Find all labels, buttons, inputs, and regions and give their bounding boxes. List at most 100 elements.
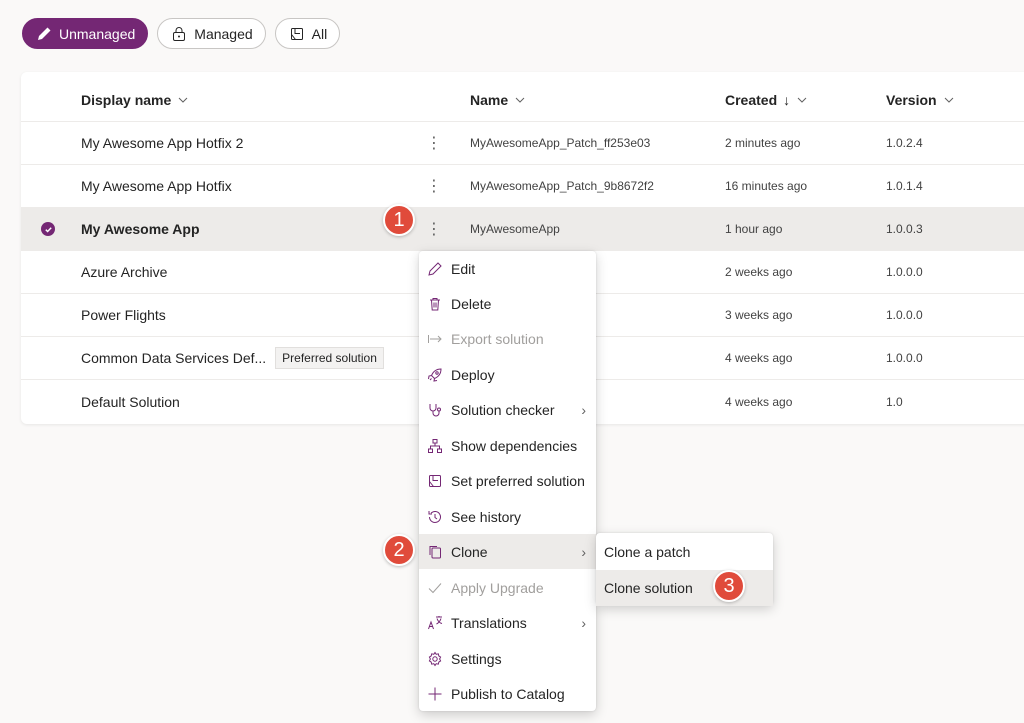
filter-managed-label: Managed	[194, 25, 253, 42]
clone-submenu: Clone a patch Clone solution	[596, 533, 773, 606]
menu-item-set-preferred-solution[interactable]: Set preferred solution	[419, 463, 596, 498]
row-display-name[interactable]: Azure Archive	[81, 251, 167, 293]
chevron-down-icon	[515, 97, 525, 103]
menu-item-label: Clone	[451, 543, 488, 560]
checkmark-icon	[427, 580, 443, 596]
chevron-right-icon: ›	[581, 401, 586, 418]
row-created: 4 weeks ago	[725, 394, 793, 409]
row-version: 1.0.0.0	[886, 351, 923, 365]
menu-item-solution-checker[interactable]: Solution checker ›	[419, 392, 596, 427]
step-marker-1: 1	[383, 204, 415, 236]
menu-item-translations[interactable]: Translations ›	[419, 605, 596, 640]
row-unique-name: MyAwesomeApp	[470, 222, 560, 236]
menu-item-label: Apply Upgrade	[451, 579, 544, 596]
menu-item-label: Delete	[451, 295, 492, 312]
table-row[interactable]: My Awesome App Hotfix 2 ⋮ MyAwesomeApp_P…	[21, 122, 1024, 165]
row-version: 1.0.0.0	[886, 308, 923, 322]
all-solutions-icon	[290, 27, 303, 40]
menu-item-edit[interactable]: Edit	[419, 251, 596, 286]
menu-item-label: Translations	[451, 614, 527, 631]
gear-icon	[427, 651, 443, 667]
column-header-name-label: Name	[470, 91, 509, 108]
menu-item-label: Deploy	[451, 366, 495, 383]
menu-item-delete[interactable]: Delete	[419, 286, 596, 321]
column-header-display-name[interactable]: Display name	[81, 78, 189, 121]
step-marker-2: 2	[383, 534, 415, 566]
hierarchy-icon	[427, 438, 443, 454]
solution-filter-bar: Unmanaged Managed All	[22, 18, 341, 49]
step-marker-3: 3	[713, 570, 745, 602]
trash-icon	[427, 296, 443, 312]
translate-icon	[427, 615, 443, 631]
copy-icon	[427, 544, 443, 560]
menu-item-export-solution[interactable]: Export solution	[419, 321, 596, 356]
table-header-row: Display name Name Created ↓ Version	[21, 78, 1024, 122]
table-row[interactable]: My Awesome App Hotfix ⋮ MyAwesomeApp_Pat…	[21, 165, 1024, 208]
row-display-name[interactable]: Common Data Services Def...	[81, 350, 266, 366]
submenu-item-clone-a-patch[interactable]: Clone a patch	[596, 534, 773, 570]
menu-item-settings[interactable]: Settings	[419, 641, 596, 676]
menu-item-label: Show dependencies	[451, 437, 578, 454]
row-version: 1.0	[886, 394, 903, 409]
row-checkbox[interactable]	[38, 208, 58, 250]
filter-all-button[interactable]: All	[274, 18, 341, 49]
row-created: 16 minutes ago	[725, 179, 808, 193]
menu-item-apply-upgrade[interactable]: Apply Upgrade	[419, 570, 596, 605]
more-options-button[interactable]: ⋮	[426, 208, 442, 250]
row-created: 3 weeks ago	[725, 308, 793, 322]
row-display-name[interactable]: My Awesome App Hotfix	[81, 165, 232, 207]
menu-item-publish-to-catalog[interactable]: Publish to Catalog	[419, 676, 596, 711]
row-created: 1 hour ago	[725, 222, 783, 236]
filter-all-label: All	[311, 25, 328, 42]
chevron-down-icon	[797, 97, 807, 103]
menu-item-label: Settings	[451, 650, 502, 667]
menu-item-label: Publish to Catalog	[451, 685, 565, 702]
row-version: 1.0.0.0	[886, 265, 923, 279]
row-display-name-cell: Common Data Services Def... Preferred so…	[81, 337, 384, 379]
sort-descending-icon: ↓	[783, 91, 791, 108]
more-options-button[interactable]: ⋮	[426, 122, 442, 164]
preferred-solution-badge: Preferred solution	[275, 347, 384, 369]
lock-icon	[173, 26, 186, 41]
plus-icon	[427, 686, 443, 702]
row-version: 1.0.1.4	[886, 179, 923, 193]
menu-item-label: Set preferred solution	[451, 472, 585, 489]
row-display-name[interactable]: Default Solution	[81, 380, 180, 423]
menu-item-label: Export solution	[451, 330, 544, 347]
column-header-created-label: Created	[725, 91, 778, 108]
stethoscope-icon	[427, 402, 443, 418]
row-display-name[interactable]: Power Flights	[81, 294, 166, 336]
filter-managed-button[interactable]: Managed	[157, 18, 266, 49]
menu-item-clone[interactable]: Clone ›	[419, 534, 596, 569]
column-header-name[interactable]: Name	[470, 78, 526, 121]
row-display-name[interactable]: My Awesome App	[81, 208, 200, 250]
chevron-right-icon: ›	[581, 543, 586, 560]
row-created: 4 weeks ago	[725, 351, 793, 365]
chevron-down-icon	[944, 97, 953, 103]
row-display-name[interactable]: My Awesome App Hotfix 2	[81, 122, 243, 164]
more-options-button[interactable]: ⋮	[426, 165, 442, 207]
submenu-item-label: Clone a patch	[604, 544, 691, 560]
submenu-item-label: Clone solution	[604, 580, 693, 596]
column-header-version[interactable]: Version	[886, 78, 955, 121]
row-version: 1.0.0.3	[886, 222, 923, 236]
menu-item-label: See history	[451, 508, 522, 525]
pencil-icon	[427, 261, 443, 277]
table-row-selected[interactable]: My Awesome App ⋮ MyAwesomeApp 1 hour ago…	[21, 208, 1024, 251]
solution-context-menu: Edit Delete Export solution Deploy Solut…	[419, 251, 596, 711]
submenu-item-clone-solution[interactable]: Clone solution	[596, 570, 773, 606]
menu-item-show-dependencies[interactable]: Show dependencies	[419, 428, 596, 463]
rocket-icon	[427, 367, 443, 383]
row-unique-name: MyAwesomeApp_Patch_9b8672f2	[470, 179, 654, 193]
export-arrow-icon	[427, 331, 443, 347]
row-created: 2 weeks ago	[725, 265, 793, 279]
column-header-display-name-label: Display name	[81, 91, 172, 108]
row-unique-name: MyAwesomeApp_Patch_ff253e03	[470, 136, 651, 150]
checkmark-circle-icon	[41, 222, 55, 236]
history-icon	[427, 509, 443, 525]
menu-item-deploy[interactable]: Deploy	[419, 357, 596, 392]
menu-item-see-history[interactable]: See history	[419, 499, 596, 534]
filter-unmanaged-button[interactable]: Unmanaged	[22, 18, 149, 49]
column-header-created[interactable]: Created ↓	[725, 78, 808, 121]
chevron-right-icon: ›	[581, 614, 586, 631]
